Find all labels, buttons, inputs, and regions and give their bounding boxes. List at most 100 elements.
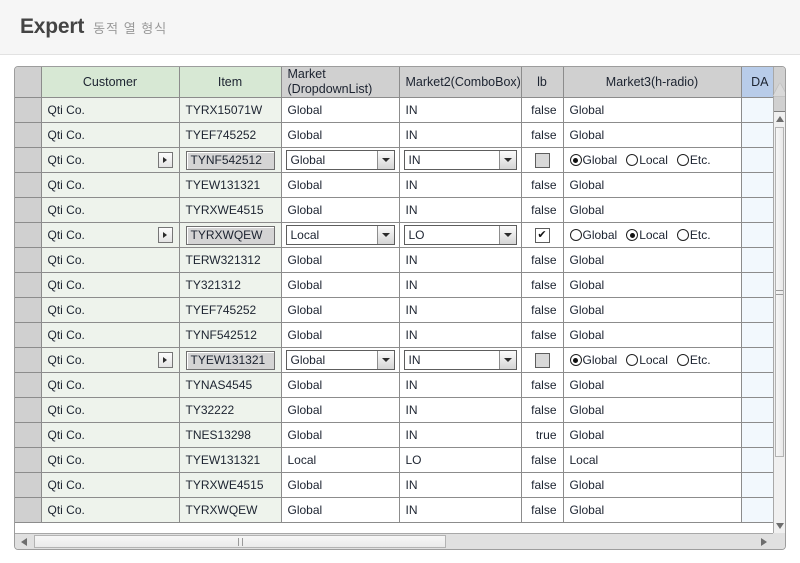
cell-item[interactable]: TYRXWQEW xyxy=(179,497,282,523)
table-row[interactable]: Qti Co. TYNF542512 Global IN Global Local Etc. xyxy=(15,147,776,173)
market3-radio-option[interactable]: Global xyxy=(569,153,617,167)
cell-market2[interactable]: IN xyxy=(399,197,522,223)
cell-market3[interactable]: Global xyxy=(563,297,742,323)
radio-icon[interactable] xyxy=(626,354,639,366)
cell-market2[interactable]: LO xyxy=(399,447,522,473)
cell-customer[interactable]: Qti Co. xyxy=(41,97,180,123)
cell-market3[interactable]: Global xyxy=(563,322,742,348)
cell-item[interactable]: TNES13298 xyxy=(179,422,282,448)
cell-lb[interactable]: false xyxy=(521,447,564,473)
cell-customer[interactable]: Qti Co. xyxy=(41,272,180,298)
scroll-right-button[interactable] xyxy=(755,534,773,549)
row-selector-cell[interactable] xyxy=(15,122,42,148)
cell-da[interactable] xyxy=(741,197,776,223)
cell-lb[interactable]: false xyxy=(521,322,564,348)
cell-item[interactable]: TYEF745252 xyxy=(179,297,282,323)
market3-radio-option[interactable]: Global xyxy=(569,353,617,367)
row-selector-cell[interactable] xyxy=(15,147,42,173)
column-header-lb[interactable]: lb xyxy=(521,67,564,98)
cell-da[interactable] xyxy=(741,147,776,173)
cell-da[interactable] xyxy=(741,397,776,423)
cell-customer[interactable]: Qti Co. xyxy=(41,472,180,498)
cell-da[interactable] xyxy=(741,472,776,498)
cell-market3[interactable]: Global xyxy=(563,172,742,198)
column-header-market[interactable]: Market (DropdownList) xyxy=(281,67,400,98)
cell-market[interactable]: Local xyxy=(281,447,400,473)
lb-checkbox[interactable] xyxy=(534,152,550,168)
cell-lb[interactable]: ✔ xyxy=(521,222,564,248)
lb-checkbox[interactable]: ✔ xyxy=(534,227,550,243)
cell-market2[interactable]: IN xyxy=(399,247,522,273)
market2-combobox[interactable]: IN xyxy=(403,150,517,170)
market-dropdown-toggle[interactable] xyxy=(376,151,394,169)
cell-da[interactable] xyxy=(741,297,776,323)
cell-item[interactable]: TYEW131321 xyxy=(179,347,282,373)
table-row[interactable]: Qti Co. TYNF542512 Global IN false Global xyxy=(15,322,776,348)
cell-market2[interactable]: IN xyxy=(399,347,522,373)
row-selector-cell[interactable] xyxy=(15,247,42,273)
row-selector-cell[interactable] xyxy=(15,472,42,498)
cell-item[interactable]: TYEW131321 xyxy=(179,172,282,198)
cell-market3[interactable]: Global xyxy=(563,372,742,398)
column-header-market3[interactable]: Market3(h-radio) xyxy=(563,67,742,98)
cell-market3[interactable]: Global xyxy=(563,497,742,523)
market-dropdown[interactable]: Global xyxy=(285,150,395,170)
cell-lb[interactable]: false xyxy=(521,272,564,298)
table-row[interactable]: Qti Co. TYRXWE4515 Global IN false Global xyxy=(15,472,776,498)
cell-item[interactable]: TYEW131321 xyxy=(179,447,282,473)
cell-item[interactable]: TERW321312 xyxy=(179,247,282,273)
row-selector-cell[interactable] xyxy=(15,197,42,223)
table-row[interactable]: Qti Co. TYEF745252 Global IN false Global xyxy=(15,122,776,148)
horizontal-scroll-thumb[interactable] xyxy=(34,535,446,548)
cell-market[interactable]: Global xyxy=(281,122,400,148)
market-dropdown-toggle[interactable] xyxy=(376,226,394,244)
market3-radio-option[interactable]: Etc. xyxy=(676,353,711,367)
cell-item[interactable]: TYNAS4545 xyxy=(179,372,282,398)
cell-market2[interactable]: IN xyxy=(399,172,522,198)
table-row[interactable]: Qti Co. TYEW131321 Global IN Global Local Etc. xyxy=(15,347,776,373)
table-row[interactable]: Qti Co. TYNAS4545 Global IN false Global xyxy=(15,372,776,398)
cell-lb[interactable]: false xyxy=(521,372,564,398)
radio-icon[interactable] xyxy=(569,229,582,241)
cell-lb[interactable]: false xyxy=(521,247,564,273)
cell-da[interactable] xyxy=(741,497,776,523)
market3-radio-option[interactable]: Etc. xyxy=(676,228,711,242)
market2-combobox-toggle[interactable] xyxy=(498,226,516,244)
vertical-scrollbar[interactable] xyxy=(772,67,785,533)
cell-market3[interactable]: Global Local Etc. xyxy=(563,222,742,248)
cell-market[interactable]: Global xyxy=(281,97,400,123)
cell-market3[interactable]: Global xyxy=(563,422,742,448)
market2-combobox[interactable]: IN xyxy=(403,350,517,370)
cell-market2[interactable]: IN xyxy=(399,372,522,398)
cell-market[interactable]: Global xyxy=(281,297,400,323)
cell-da[interactable] xyxy=(741,347,776,373)
vertical-scroll-thumb[interactable] xyxy=(775,127,784,457)
cell-market3[interactable]: Global xyxy=(563,247,742,273)
cell-lb[interactable]: true xyxy=(521,422,564,448)
cell-market3[interactable]: Global Local Etc. xyxy=(563,347,742,373)
cell-market3[interactable]: Global xyxy=(563,272,742,298)
scroll-left-button[interactable] xyxy=(15,534,33,549)
cell-market[interactable]: Global xyxy=(281,472,400,498)
scroll-down-button[interactable] xyxy=(774,519,785,533)
row-selector-cell[interactable] xyxy=(15,172,42,198)
cell-lb[interactable]: false xyxy=(521,172,564,198)
radio-icon[interactable] xyxy=(626,229,639,241)
market-dropdown-toggle[interactable] xyxy=(376,351,394,369)
cell-lb[interactable]: false xyxy=(521,122,564,148)
cell-market[interactable]: Global xyxy=(281,322,400,348)
market3-radio-option[interactable]: Global xyxy=(569,228,617,242)
market3-radio-option[interactable]: Local xyxy=(626,353,668,367)
cell-customer[interactable]: Qti Co. xyxy=(41,197,180,223)
cell-item[interactable]: TYNF542512 xyxy=(179,322,282,348)
row-selector-cell[interactable] xyxy=(15,372,42,398)
cell-market2[interactable]: IN xyxy=(399,97,522,123)
cell-market3[interactable]: Global xyxy=(563,397,742,423)
row-expand-button[interactable] xyxy=(157,227,173,243)
cell-lb[interactable]: false xyxy=(521,497,564,523)
cell-da[interactable] xyxy=(741,172,776,198)
table-row[interactable]: Qti Co. TYEF745252 Global IN false Global xyxy=(15,297,776,323)
cell-lb[interactable]: false xyxy=(521,97,564,123)
cell-market[interactable]: Global xyxy=(281,497,400,523)
cell-item[interactable]: TYNF542512 xyxy=(179,147,282,173)
